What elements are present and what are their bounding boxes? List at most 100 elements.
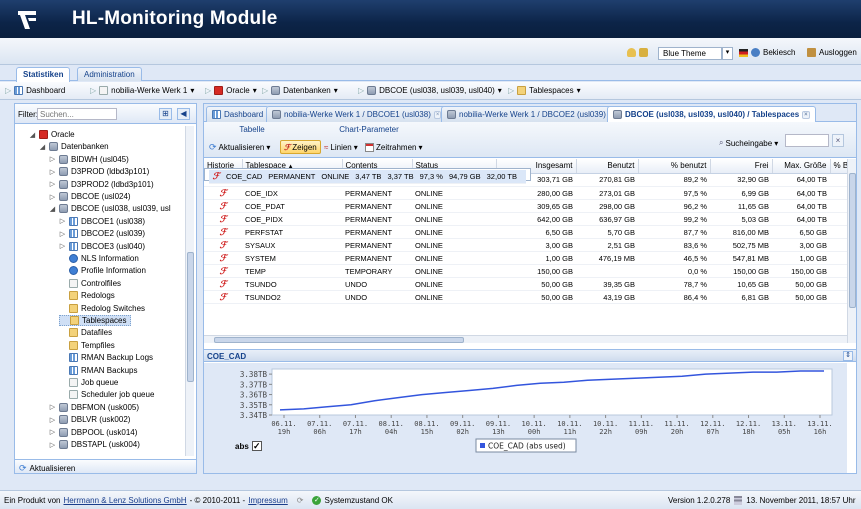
expand-arrow-icon[interactable]: ▷ bbox=[49, 168, 56, 176]
history-chart-icon[interactable]: ℱ bbox=[219, 240, 227, 250]
expand-arrow-icon[interactable]: ▷ bbox=[49, 403, 56, 411]
tree-item[interactable]: Tempfiles bbox=[59, 340, 115, 351]
table-row[interactable]: ℱ TEMP TEMPORARY ONLINE 150,00 GB 0,0 % 150,00… bbox=[204, 264, 852, 278]
tree-item[interactable]: ▷ DBCOE1 (usl038) bbox=[59, 216, 145, 227]
tab-dashboard[interactable]: Dashboard bbox=[206, 106, 270, 122]
expand-arrow-icon[interactable]: ◢ bbox=[49, 205, 56, 213]
tree-item[interactable]: RMAN Backups bbox=[59, 365, 137, 376]
table-row[interactable]: ℱ COE_CAD PERMANENT ONLINE 3,47 TB 3,37 TB 97,… bbox=[204, 168, 531, 184]
chevron-down-icon[interactable]: ▾ bbox=[722, 47, 733, 60]
close-icon[interactable]: × bbox=[802, 110, 810, 119]
tree-item[interactable]: ▷ DBCOE3 (usl040) bbox=[59, 241, 145, 252]
grid-scrollbar-thumb[interactable] bbox=[849, 173, 856, 308]
tree-item[interactable]: Profile Information bbox=[59, 265, 146, 276]
timeframe-menu-button[interactable]: Zeitrahmen ▾ bbox=[362, 140, 425, 154]
expand-arrow-icon[interactable]: ▷ bbox=[59, 230, 66, 238]
breadcrumb-item-oracle[interactable]: ▷ Oracle ▾ bbox=[205, 86, 257, 95]
history-chart-icon[interactable]: ℱ bbox=[219, 292, 227, 302]
expand-arrow-icon[interactable]: ▷ bbox=[49, 155, 56, 163]
history-chart-icon[interactable]: ℱ bbox=[219, 201, 227, 211]
filter-search-input[interactable] bbox=[37, 108, 117, 120]
tree-item[interactable]: Datafiles bbox=[59, 327, 112, 338]
column-header[interactable]: Frei bbox=[710, 159, 773, 174]
refresh-tree-button[interactable]: ⟳ Aktualisieren bbox=[19, 463, 75, 474]
breadcrumb-item-werk[interactable]: ▷ nobilia-Werke Werk 1 ▾ bbox=[90, 86, 194, 95]
table-row[interactable]: ℱ TSUNDO UNDO ONLINE 50,00 GB 39,35 GB 78,7 % 1… bbox=[204, 277, 852, 291]
grid-horizontal-scrollbar[interactable] bbox=[204, 335, 847, 343]
tree-item[interactable]: Redologs bbox=[59, 290, 115, 301]
table-row[interactable]: ℱ COE_IDX PERMANENT ONLINE 280,00 GB 273,01 G… bbox=[204, 186, 852, 200]
tree-item[interactable]: ▷ D3PROD2 (ldbd3p101) bbox=[49, 179, 154, 190]
table-row[interactable]: ℱ COE_PIDX PERMANENT ONLINE 642,00 GB 636,97 … bbox=[204, 212, 852, 226]
expand-arrow-icon[interactable]: ◢ bbox=[39, 143, 46, 151]
table-row[interactable]: ℱ SYSTEM PERMANENT ONLINE 1,00 GB 476,19 MB 46… bbox=[204, 251, 852, 265]
tree-item[interactable]: Controlfiles bbox=[59, 278, 121, 289]
tree-item[interactable]: ▷ DBCOE (usl024) bbox=[49, 191, 131, 202]
tree-item[interactable]: ▷ DBPOOL (usk014) bbox=[49, 427, 137, 438]
table-row[interactable]: ℱ PERFSTAT PERMANENT ONLINE 6,50 GB 5,70 GB 87… bbox=[204, 225, 852, 239]
tab-statistiken[interactable]: Statistiken bbox=[16, 67, 71, 82]
tree-scrollbar-thumb[interactable] bbox=[187, 252, 194, 382]
tree-item[interactable]: Tablespaces bbox=[59, 315, 132, 326]
column-header[interactable]: % benutzt bbox=[638, 159, 711, 174]
tab-dbcoe2[interactable]: nobilia-Werke Werk 1 / DBCOE2 (usl039)× bbox=[441, 106, 623, 122]
logout-button[interactable]: Ausloggen bbox=[807, 48, 857, 57]
grid-scrollbar[interactable] bbox=[847, 159, 856, 343]
expand-arrow-icon[interactable]: ▷ bbox=[49, 428, 56, 436]
tab-dbcoe1[interactable]: nobilia-Werke Werk 1 / DBCOE1 (usl038) × bbox=[266, 106, 448, 122]
tree-item[interactable]: ◢ Oracle bbox=[29, 129, 75, 140]
column-header[interactable]: Max. Größe bbox=[772, 159, 831, 174]
table-row[interactable]: ℱ TSUNDO2 UNDO ONLINE 50,00 GB 43,19 GB 86,4 %… bbox=[204, 290, 852, 304]
tree-item[interactable]: NLS Information bbox=[59, 253, 139, 264]
table-row[interactable]: ℱ SYSAUX PERMANENT ONLINE 3,00 GB 2,51 GB 83,6… bbox=[204, 238, 852, 252]
history-chart-icon[interactable]: ℱ bbox=[219, 227, 227, 237]
breadcrumb-item-dbcoe[interactable]: ▷ DBCOE (usl038, usl039, usl040) ▾ bbox=[358, 86, 502, 95]
expand-arrow-icon[interactable]: ▷ bbox=[49, 180, 56, 188]
search-field-menu[interactable]: ⌕ Sucheingabe ▾ bbox=[716, 136, 781, 150]
history-chart-icon[interactable]: ℱ bbox=[219, 279, 227, 289]
expand-arrow-icon[interactable]: ▷ bbox=[49, 193, 56, 201]
tab-administration[interactable]: Administration bbox=[77, 67, 142, 81]
lines-menu-button[interactable]: ≈ Linien ▾ bbox=[321, 140, 361, 154]
theme-select[interactable]: Blue Theme bbox=[658, 47, 722, 60]
history-chart-icon[interactable]: ℱ bbox=[219, 188, 227, 198]
tree-item[interactable]: ◢ DBCOE (usl038, usl039, usl bbox=[49, 203, 171, 214]
search-input[interactable] bbox=[785, 134, 829, 147]
company-link[interactable]: Herrmann & Lenz Solutions GmbH bbox=[63, 496, 186, 505]
tree-item[interactable]: ▷ DBFMON (usk005) bbox=[49, 402, 139, 413]
user-menu[interactable]: Bekiesch bbox=[739, 48, 795, 57]
key-icon[interactable] bbox=[627, 48, 636, 57]
expand-arrow-icon[interactable]: ▷ bbox=[59, 217, 66, 225]
tree-item[interactable]: ▷ DBSTAPL (usk004) bbox=[49, 439, 140, 450]
history-chart-icon[interactable]: ℱ bbox=[219, 266, 227, 276]
refresh-button[interactable]: ⟳ Aktualisieren ▾ bbox=[206, 140, 273, 154]
tree-item[interactable]: ▷ DBCOE2 (usl039) bbox=[59, 228, 145, 239]
tree-item[interactable]: ◢ Datenbanken bbox=[39, 141, 109, 152]
tree-item[interactable]: ▷ D3PROD (ldbd3p101) bbox=[49, 166, 149, 177]
abs-toggle[interactable]: abs ✓ bbox=[235, 441, 262, 451]
history-chart-icon[interactable]: ℱ bbox=[219, 253, 227, 263]
column-header[interactable]: Benutzt bbox=[576, 159, 639, 174]
collapse-all-icon[interactable]: ◀ bbox=[177, 108, 190, 120]
tree-item[interactable]: RMAN Backup Logs bbox=[59, 352, 153, 363]
history-chart-icon[interactable]: ℱ bbox=[219, 214, 227, 224]
expand-arrow-icon[interactable]: ▷ bbox=[49, 416, 56, 424]
tree-item[interactable]: Scheduler job queue bbox=[59, 389, 154, 400]
clear-search-icon[interactable]: × bbox=[832, 134, 844, 147]
table-row[interactable]: ℱ COE_PDAT PERMANENT ONLINE 309,65 GB 298,00 … bbox=[204, 199, 852, 213]
abs-checkbox[interactable]: ✓ bbox=[251, 441, 262, 451]
grid-horizontal-scrollbar-thumb[interactable] bbox=[214, 337, 464, 343]
tree-item[interactable]: Job queue bbox=[59, 377, 118, 388]
breadcrumb-item-datenbanken[interactable]: ▷ Datenbanken ▾ bbox=[262, 86, 338, 95]
tree-scrollbar[interactable] bbox=[185, 126, 194, 456]
lock-icon[interactable] bbox=[639, 48, 648, 57]
impressum-link[interactable]: Impressum bbox=[248, 496, 288, 505]
tree-item[interactable]: Redolog Switches bbox=[59, 303, 145, 314]
expand-arrow-icon[interactable]: ▷ bbox=[49, 441, 56, 449]
expand-icon[interactable]: ⇕ bbox=[843, 351, 853, 361]
expand-all-icon[interactable]: ⊞ bbox=[159, 108, 172, 120]
tree-item[interactable]: ▷ DBLVR (usk002) bbox=[49, 414, 130, 425]
expand-arrow-icon[interactable]: ▷ bbox=[59, 242, 66, 250]
breadcrumb-item-dashboard[interactable]: ▷ Dashboard bbox=[5, 86, 65, 95]
breadcrumb-item-tablespaces[interactable]: ▷ Tablespaces ▾ bbox=[508, 86, 581, 95]
